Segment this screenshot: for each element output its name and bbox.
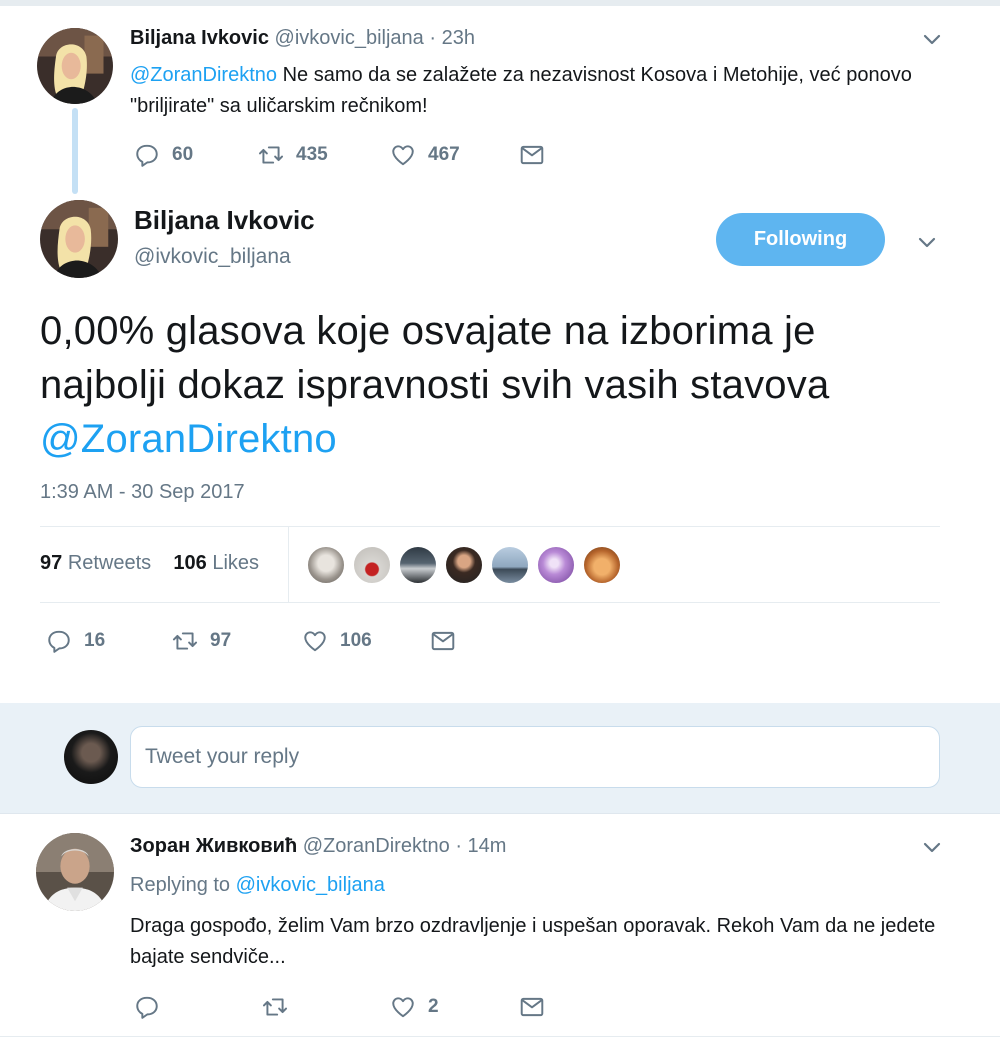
retweets-label: Retweets xyxy=(67,552,152,574)
main-message-button[interactable] xyxy=(430,628,456,654)
main-tweet-avatar[interactable] xyxy=(40,200,118,278)
parent-reply-count: 60 xyxy=(172,144,194,165)
main-tweet-handle[interactable]: @ivkovic_biljana xyxy=(134,245,291,269)
tweet-reply-input[interactable]: Tweet your reply xyxy=(130,726,940,788)
reply-tweet-handle[interactable]: @ZoranDirektno xyxy=(303,835,450,857)
parent-tweet-header: Biljana Ivkovic @ivkovic_biljana · 23h xyxy=(130,27,475,50)
reply-tweet-display-name[interactable]: Зоран Живковић xyxy=(130,835,297,857)
stats-vertical-divider xyxy=(288,527,289,602)
reply-tweet-avatar[interactable] xyxy=(36,833,114,911)
liker-avatar[interactable] xyxy=(582,545,622,585)
main-tweet-body: 0,00% glasova koje osvajate na izborima … xyxy=(40,309,830,407)
parent-retweet-button[interactable]: 435 xyxy=(258,142,328,168)
reply-area-bottom-divider xyxy=(0,813,1000,814)
reply-tweet-header: Зоран Живковић @ZoranDirektno · 14m xyxy=(130,835,506,858)
parent-tweet-handle[interactable]: @ivkovic_biljana xyxy=(275,27,424,49)
parent-tweet-display-name[interactable]: Biljana Ivkovic xyxy=(130,27,269,49)
main-tweet-display-name[interactable]: Biljana Ivkovic xyxy=(134,205,315,236)
reply-tweet-text: Draga gospođo, želim Vam brzo ozdravljen… xyxy=(130,915,936,968)
parent-tweet-mention[interactable]: @ZoranDirektno xyxy=(130,64,277,86)
liker-avatar[interactable] xyxy=(444,545,484,585)
reply-tweet-chevron-down-icon[interactable] xyxy=(920,840,944,856)
retweets-stat[interactable]: 97 Retweets xyxy=(40,552,151,574)
reply-tweet-like-button[interactable]: 2 xyxy=(390,994,439,1020)
top-separator xyxy=(0,0,1000,6)
bottom-divider xyxy=(0,1036,1000,1037)
retweet-icon xyxy=(262,994,288,1020)
reply-input-placeholder: Tweet your reply xyxy=(145,745,300,768)
parent-tweet-avatar[interactable] xyxy=(37,28,113,104)
likes-stat[interactable]: 106 Likes xyxy=(173,552,259,574)
like-total: 106 xyxy=(173,552,207,574)
parent-tweet-text: @ZoranDirektno Ne samo da se zalažete za… xyxy=(130,60,930,122)
liker-avatar[interactable] xyxy=(352,545,392,585)
parent-like-count: 467 xyxy=(428,144,460,165)
main-reply-count: 16 xyxy=(84,630,106,651)
replying-to-line: Replying to @ivkovic_biljana xyxy=(130,874,385,897)
following-button[interactable]: Following xyxy=(716,213,885,266)
likes-label: Likes xyxy=(212,552,260,574)
reply-tweet-time[interactable]: · 14m xyxy=(455,835,506,857)
retweet-icon xyxy=(172,628,198,654)
stats-bottom-divider xyxy=(40,602,940,603)
like-icon xyxy=(302,628,328,654)
thread-connector-line xyxy=(72,108,78,194)
message-icon xyxy=(519,994,545,1020)
parent-tweet-chevron-down-icon[interactable] xyxy=(920,32,944,48)
liker-avatar[interactable] xyxy=(306,545,346,585)
parent-retweet-count: 435 xyxy=(296,144,328,165)
reply-tweet-like-count: 2 xyxy=(428,996,439,1017)
main-tweet-chevron-down-icon[interactable] xyxy=(915,235,939,251)
reply-tweet-retweet-button[interactable] xyxy=(262,994,288,1020)
current-user-avatar[interactable] xyxy=(64,730,118,784)
like-icon xyxy=(390,994,416,1020)
replying-to-handle[interactable]: @ivkovic_biljana xyxy=(236,874,385,896)
stats-top-divider xyxy=(40,526,940,527)
retweet-total: 97 xyxy=(40,552,63,574)
engagement-stats: 97 Retweets 106 Likes xyxy=(40,552,259,575)
main-retweet-button[interactable]: 97 xyxy=(172,628,231,654)
liker-avatar[interactable] xyxy=(490,545,530,585)
main-like-button[interactable]: 106 xyxy=(302,628,372,654)
reply-tweet-reply-button[interactable] xyxy=(134,994,160,1020)
reply-icon xyxy=(134,994,160,1020)
parent-reply-button[interactable]: 60 xyxy=(134,142,193,168)
main-like-count: 106 xyxy=(340,630,372,651)
message-icon xyxy=(519,142,545,168)
main-tweet-timestamp[interactable]: 1:39 AM - 30 Sep 2017 xyxy=(40,481,245,504)
main-tweet-mention[interactable]: @ZoranDirektno xyxy=(40,417,337,461)
parent-like-button[interactable]: 467 xyxy=(390,142,460,168)
replying-to-prefix: Replying to xyxy=(130,874,231,896)
parent-message-button[interactable] xyxy=(519,142,545,168)
liker-avatar[interactable] xyxy=(398,545,438,585)
retweet-icon xyxy=(258,142,284,168)
message-icon xyxy=(430,628,456,654)
liker-avatar[interactable] xyxy=(536,545,576,585)
parent-tweet-time[interactable]: · 23h xyxy=(429,27,475,49)
reply-icon xyxy=(46,628,72,654)
reply-tweet-message-button[interactable] xyxy=(519,994,545,1020)
main-tweet-text: 0,00% glasova koje osvajate na izborima … xyxy=(40,304,940,466)
like-icon xyxy=(390,142,416,168)
main-retweet-count: 97 xyxy=(210,630,232,651)
reply-icon xyxy=(134,142,160,168)
main-reply-button[interactable]: 16 xyxy=(46,628,105,654)
